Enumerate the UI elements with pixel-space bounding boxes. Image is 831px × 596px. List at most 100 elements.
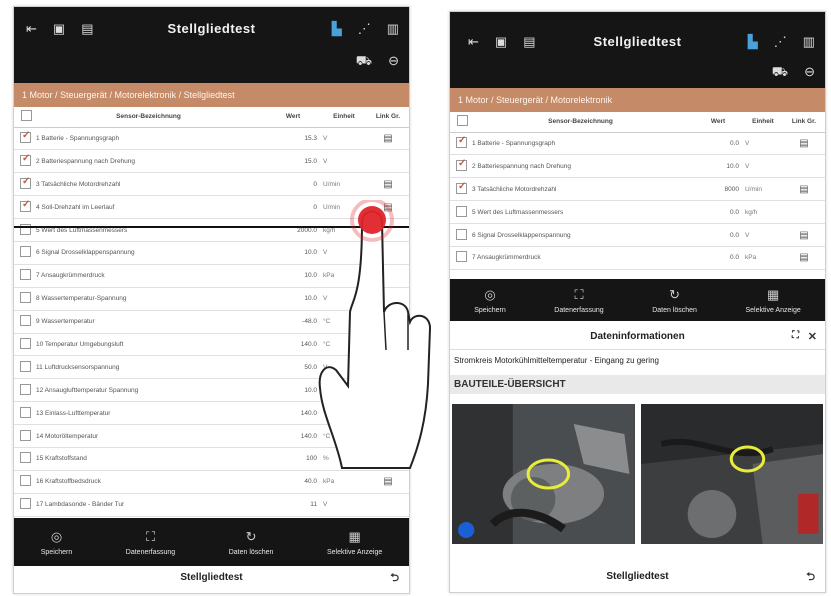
table-row[interactable]: 5 Wert des Luftmassenmessers 0.0 kg/h bbox=[450, 200, 825, 225]
close-circle-icon[interactable]: ⊖ bbox=[388, 53, 399, 71]
row-checkbox[interactable] bbox=[20, 475, 31, 487]
header-link[interactable]: Link Gr. bbox=[783, 112, 825, 133]
row-checkbox[interactable] bbox=[20, 199, 31, 212]
wifi-icon[interactable]: ⋰ bbox=[774, 34, 787, 50]
row-check-cell[interactable] bbox=[14, 355, 32, 380]
row-check-cell[interactable] bbox=[14, 149, 32, 174]
row-checkbox[interactable] bbox=[20, 246, 31, 258]
table-row[interactable]: 1 Batterie - Spannungsgraph0.0V ▤ bbox=[450, 132, 825, 156]
menu-icon[interactable]: ▥ bbox=[387, 21, 399, 37]
table-row[interactable]: 7 Ansaugkrümmerdruck 0.0 kPa ▤ bbox=[450, 246, 825, 270]
save-button[interactable]: ◎ Speichern bbox=[474, 287, 506, 314]
close-icon[interactable]: ✕ bbox=[808, 330, 817, 343]
row-check-cell[interactable] bbox=[14, 195, 32, 220]
graph-cell[interactable]: ▤ bbox=[783, 132, 825, 156]
save-button[interactable]: ◎ Speichern bbox=[41, 529, 73, 556]
graph-cell[interactable] bbox=[367, 149, 409, 174]
car-status-icon[interactable]: ⛟ bbox=[356, 53, 372, 71]
graph-cell[interactable]: ▤ bbox=[367, 470, 409, 494]
close-circle-icon[interactable]: ⊖ bbox=[804, 64, 815, 82]
graph-icon[interactable]: ▤ bbox=[799, 184, 808, 195]
graph-cell[interactable]: ▤ bbox=[783, 246, 825, 270]
graph-cell[interactable]: ▤ bbox=[367, 172, 409, 197]
graph-icon[interactable]: ▤ bbox=[799, 252, 808, 263]
header-unit[interactable]: Einheit bbox=[321, 107, 367, 128]
graph-cell[interactable]: ▤ bbox=[783, 223, 825, 247]
select-all-checkbox[interactable] bbox=[20, 110, 32, 122]
graph-icon[interactable]: ▤ bbox=[383, 179, 392, 190]
row-check-cell[interactable] bbox=[14, 310, 32, 334]
graph-icon[interactable]: ▤ bbox=[799, 230, 808, 241]
row-checkbox[interactable] bbox=[20, 269, 31, 281]
row-check-cell[interactable] bbox=[14, 127, 32, 151]
row-check-cell[interactable] bbox=[14, 447, 32, 471]
record-button[interactable]: ⛶ Datenerfassung bbox=[126, 529, 175, 556]
row-check-cell[interactable] bbox=[450, 154, 468, 179]
header-unit[interactable]: Einheit bbox=[743, 112, 783, 133]
table-row[interactable]: 2 Batteriespannung nach Drehung15.0V bbox=[14, 149, 409, 174]
header-check[interactable] bbox=[14, 107, 32, 128]
row-checkbox[interactable] bbox=[456, 181, 467, 194]
row-check-cell[interactable] bbox=[14, 218, 32, 242]
table-row[interactable]: 1 Batterie - Spannungsgraph15.3V ▤ bbox=[14, 127, 409, 151]
table-row[interactable]: 3 Tatsächliche Motordrehzahl0U/min ▤ bbox=[14, 172, 409, 197]
row-checkbox[interactable] bbox=[456, 205, 467, 217]
table-row[interactable]: 16 Kraftstoffbedsdruck 40.0 kPa ▤ bbox=[14, 470, 409, 494]
car-status-icon[interactable]: ⛟ bbox=[772, 64, 788, 82]
record-button[interactable]: ⛶ Datenerfassung bbox=[554, 287, 603, 314]
row-check-cell[interactable] bbox=[14, 493, 32, 517]
row-checkbox[interactable] bbox=[20, 429, 31, 441]
header-value[interactable]: Wert bbox=[693, 112, 743, 133]
row-check-cell[interactable] bbox=[450, 177, 468, 202]
header-check[interactable] bbox=[450, 112, 468, 133]
graph-icon[interactable]: ▤ bbox=[383, 476, 392, 487]
expand-icon[interactable]: ⛶ bbox=[792, 330, 799, 341]
component-photo-2[interactable] bbox=[640, 404, 823, 544]
row-checkbox[interactable] bbox=[20, 360, 31, 372]
select-all-checkbox[interactable] bbox=[456, 115, 468, 127]
row-checkbox[interactable] bbox=[20, 498, 31, 510]
row-checkbox[interactable] bbox=[20, 406, 31, 418]
table-row[interactable]: 3 Tatsächliche Motordrehzahl8000U/min ▤ bbox=[450, 177, 825, 202]
row-checkbox[interactable] bbox=[20, 176, 31, 189]
row-checkbox[interactable] bbox=[456, 228, 467, 240]
vci-icon[interactable]: ▙ bbox=[332, 21, 342, 37]
graph-cell[interactable]: ▤ bbox=[783, 177, 825, 202]
selective-view-button[interactable]: ▦ Selektive Anzeige bbox=[327, 529, 382, 556]
header-link[interactable]: Link Gr. bbox=[367, 107, 409, 128]
row-check-cell[interactable] bbox=[450, 246, 468, 270]
clear-button[interactable]: ↻ Daten löschen bbox=[652, 287, 697, 314]
vci-icon[interactable]: ▙ bbox=[748, 34, 758, 50]
row-check-cell[interactable] bbox=[14, 424, 32, 448]
row-checkbox[interactable] bbox=[20, 337, 31, 349]
row-check-cell[interactable] bbox=[14, 378, 32, 403]
row-check-cell[interactable] bbox=[14, 172, 32, 197]
header-value[interactable]: Wert bbox=[265, 107, 321, 128]
row-checkbox[interactable] bbox=[20, 383, 31, 395]
row-check-cell[interactable] bbox=[14, 333, 32, 357]
row-check-cell[interactable] bbox=[14, 401, 32, 426]
row-check-cell[interactable] bbox=[14, 287, 32, 311]
row-checkbox[interactable] bbox=[20, 315, 31, 327]
row-check-cell[interactable] bbox=[450, 200, 468, 225]
row-check-cell[interactable] bbox=[14, 470, 32, 494]
table-row[interactable]: 17 Lambdasonde - Bänder Tur 11 V bbox=[14, 493, 409, 517]
graph-cell[interactable]: ▤ bbox=[367, 127, 409, 151]
graph-icon[interactable]: ▤ bbox=[383, 133, 392, 144]
row-check-cell[interactable] bbox=[14, 264, 32, 288]
row-checkbox[interactable] bbox=[456, 251, 467, 263]
row-checkbox[interactable] bbox=[456, 158, 467, 171]
graph-cell[interactable] bbox=[783, 200, 825, 225]
table-row[interactable]: 6 Signal Drosselklappenspannung 0.0 V ▤ bbox=[450, 223, 825, 247]
row-checkbox[interactable] bbox=[20, 153, 31, 166]
row-check-cell[interactable] bbox=[14, 241, 32, 265]
row-check-cell[interactable] bbox=[450, 223, 468, 247]
graph-cell[interactable] bbox=[783, 154, 825, 179]
component-photo-1[interactable] bbox=[452, 404, 635, 544]
wifi-icon[interactable]: ⋰ bbox=[358, 21, 371, 37]
graph-icon[interactable]: ▤ bbox=[799, 138, 808, 149]
selective-view-button[interactable]: ▦ Selektive Anzeige bbox=[745, 287, 800, 314]
menu-icon[interactable]: ▥ bbox=[803, 34, 815, 50]
return-icon[interactable]: ⮌ bbox=[806, 562, 815, 592]
row-checkbox[interactable] bbox=[20, 130, 31, 143]
